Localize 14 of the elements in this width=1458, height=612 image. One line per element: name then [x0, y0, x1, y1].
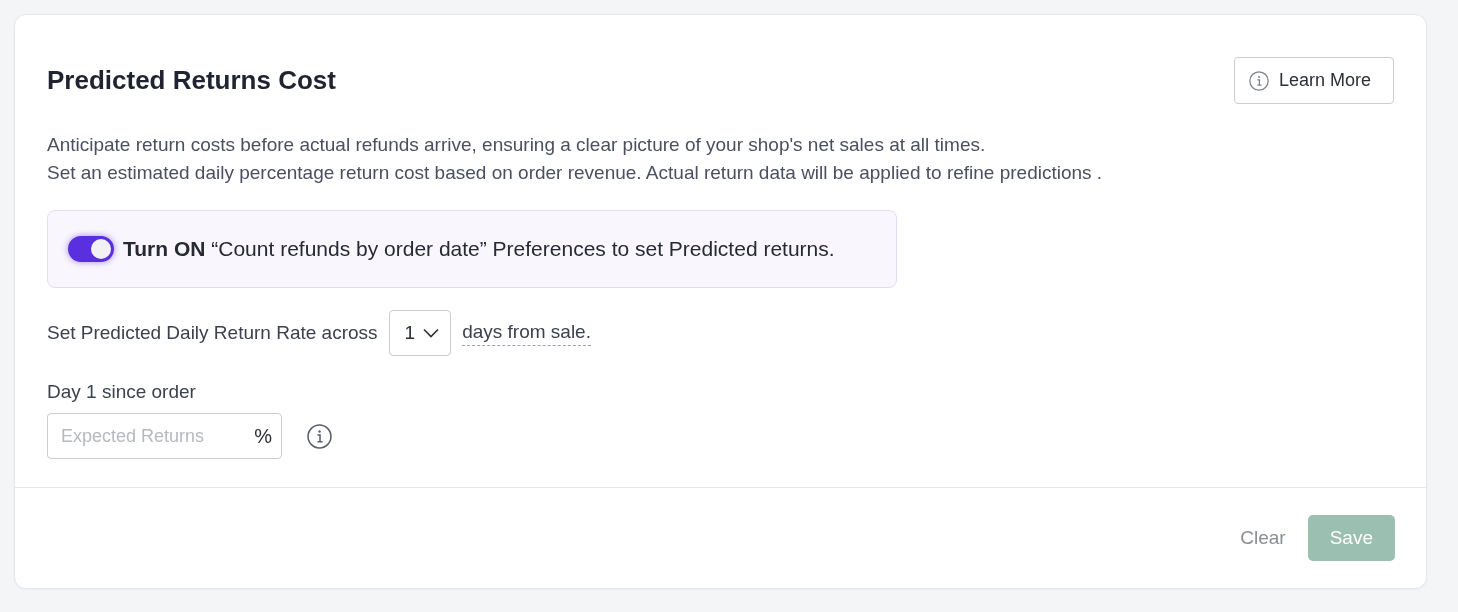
- chevron-down-icon: [423, 328, 440, 338]
- description-text: Set an estimated daily percentage return cost based on order revenue. Actual return data will be applied to refine predictions .: [47, 162, 1103, 183]
- description-text: Anticipate return costs before actual refunds arrive, ensuring a clear picture of your shop's net sales at all times.: [47, 134, 986, 155]
- days-from-sale-text: days from sale.: [462, 320, 591, 346]
- card-title: Predicted Returns Cost: [47, 65, 336, 96]
- info-icon: [307, 423, 332, 449]
- toggle-switch[interactable]: [68, 236, 114, 262]
- days-select[interactable]: 1: [388, 310, 452, 356]
- day-label: Day 1 since order: [47, 381, 196, 403]
- learn-more-button[interactable]: Learn More: [1233, 57, 1394, 104]
- return-rate-label: Set Predicted Daily Return Rate across: [47, 322, 378, 344]
- percent-unit: %: [254, 424, 272, 448]
- notice-text: Turn ON “Count refunds by order date” Preferences to set Predicted returns.: [123, 237, 835, 261]
- info-icon: [1248, 70, 1269, 91]
